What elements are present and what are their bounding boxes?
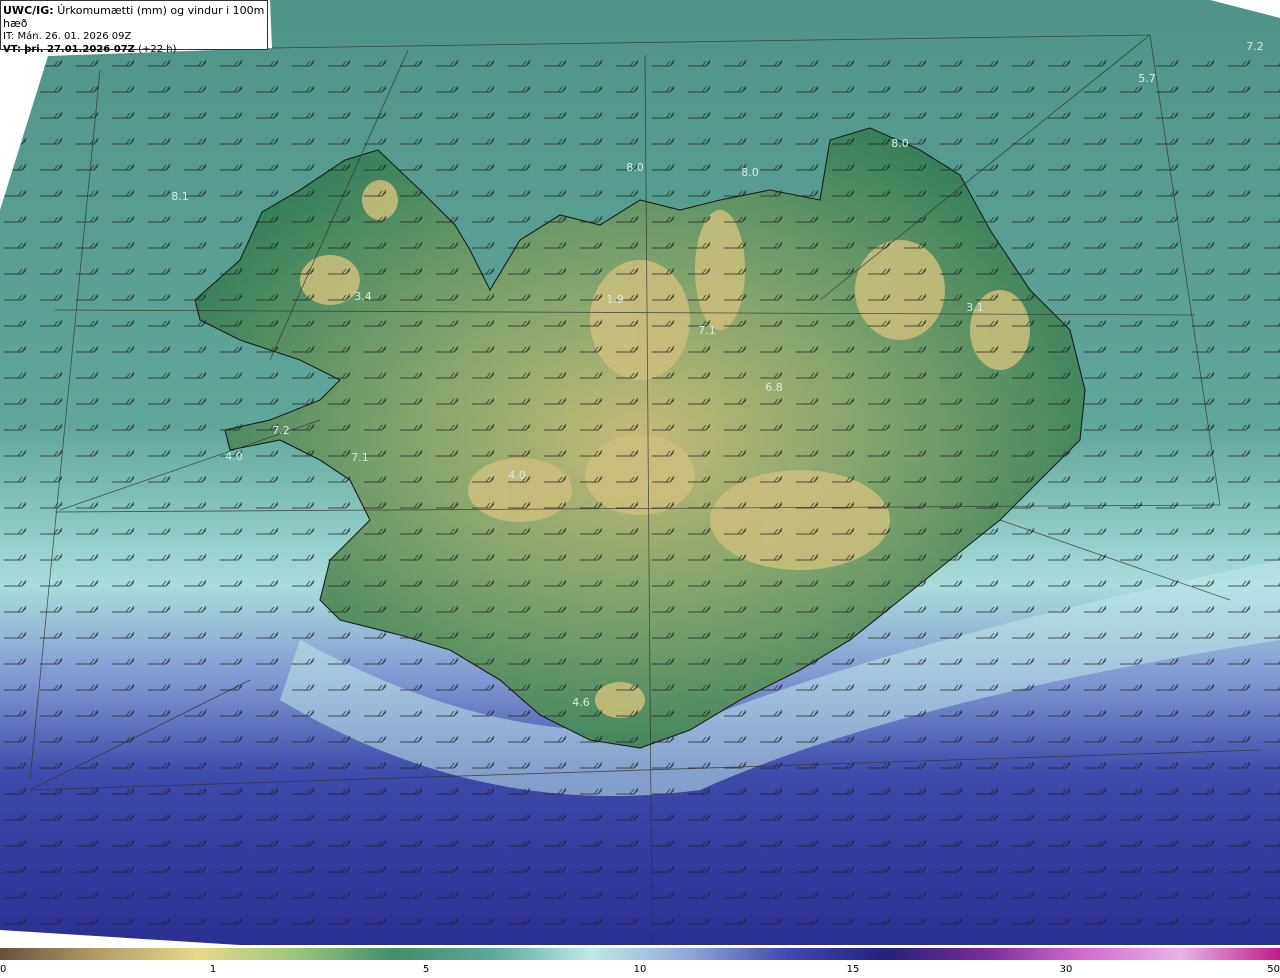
map-value-label: 4.0	[225, 450, 243, 463]
map-value-label: 5.7	[1138, 72, 1156, 85]
map-value-label: 8.0	[891, 137, 909, 150]
colorbar-tick-label: 10	[633, 964, 647, 975]
colorbar-tick-label: 15	[846, 964, 860, 975]
map-value-label: 1.9	[606, 293, 624, 306]
colorbar-tick-label: 30	[1059, 964, 1073, 975]
map-value-label: 7.1	[698, 324, 716, 337]
map-header: UWC/IG: Úrkomumætti (mm) og vindur i 100…	[0, 0, 268, 55]
valid-time: þri. 27.01.2026 07Z	[24, 44, 135, 55]
map-canvas: 7.2 5.7 8.0 8.0 8.0 8.1 3.4 1.9 7.1 6.8 3.1 7.2 4.0 7…	[0, 0, 1280, 945]
colorbar-tick-label: 50	[1267, 964, 1280, 975]
header-title-line: UWC/IG: Úrkomumætti (mm) og vindur i 100…	[3, 4, 267, 30]
map-value-label: 8.0	[626, 161, 644, 174]
map-value-label: 7.1	[351, 451, 369, 464]
model-name: UWC/IG:	[3, 4, 54, 17]
map-value-label: 3.4	[354, 290, 372, 303]
forecast-map[interactable]: 7.2 5.7 8.0 8.0 8.0 8.1 3.4 1.9 7.1 6.8 3.1 7.2 4.0 7…	[0, 0, 1280, 945]
map-value-label: 3.1	[966, 301, 984, 314]
map-value-label: 7.2	[1246, 40, 1264, 53]
map-value-label: 8.0	[741, 166, 759, 179]
colorbar-ticks: 0 1 5 10 15 30 50	[0, 962, 1280, 978]
map-value-label: 4.0	[508, 469, 526, 482]
colorbar-tick-label: 5	[422, 964, 430, 975]
colorbar	[0, 948, 1280, 960]
valid-time-line: VT: þri. 27.01.2026 07Z (+22 h)	[3, 43, 267, 56]
map-value-label: 6.8	[765, 381, 783, 394]
colorbar-tick-label: 1	[209, 964, 217, 975]
wind-barbs	[0, 56, 1280, 945]
init-time: IT: Mán. 26. 01. 2026 09Z	[3, 31, 132, 42]
map-value-label: 4.6	[572, 696, 590, 709]
map-value-label: 7.2	[272, 424, 290, 437]
map-value-label: 8.1	[171, 190, 189, 203]
valid-prefix: VT:	[3, 44, 22, 55]
lead-time: (+22 h)	[138, 44, 177, 55]
colorbar-tick-label: 0	[0, 964, 7, 975]
